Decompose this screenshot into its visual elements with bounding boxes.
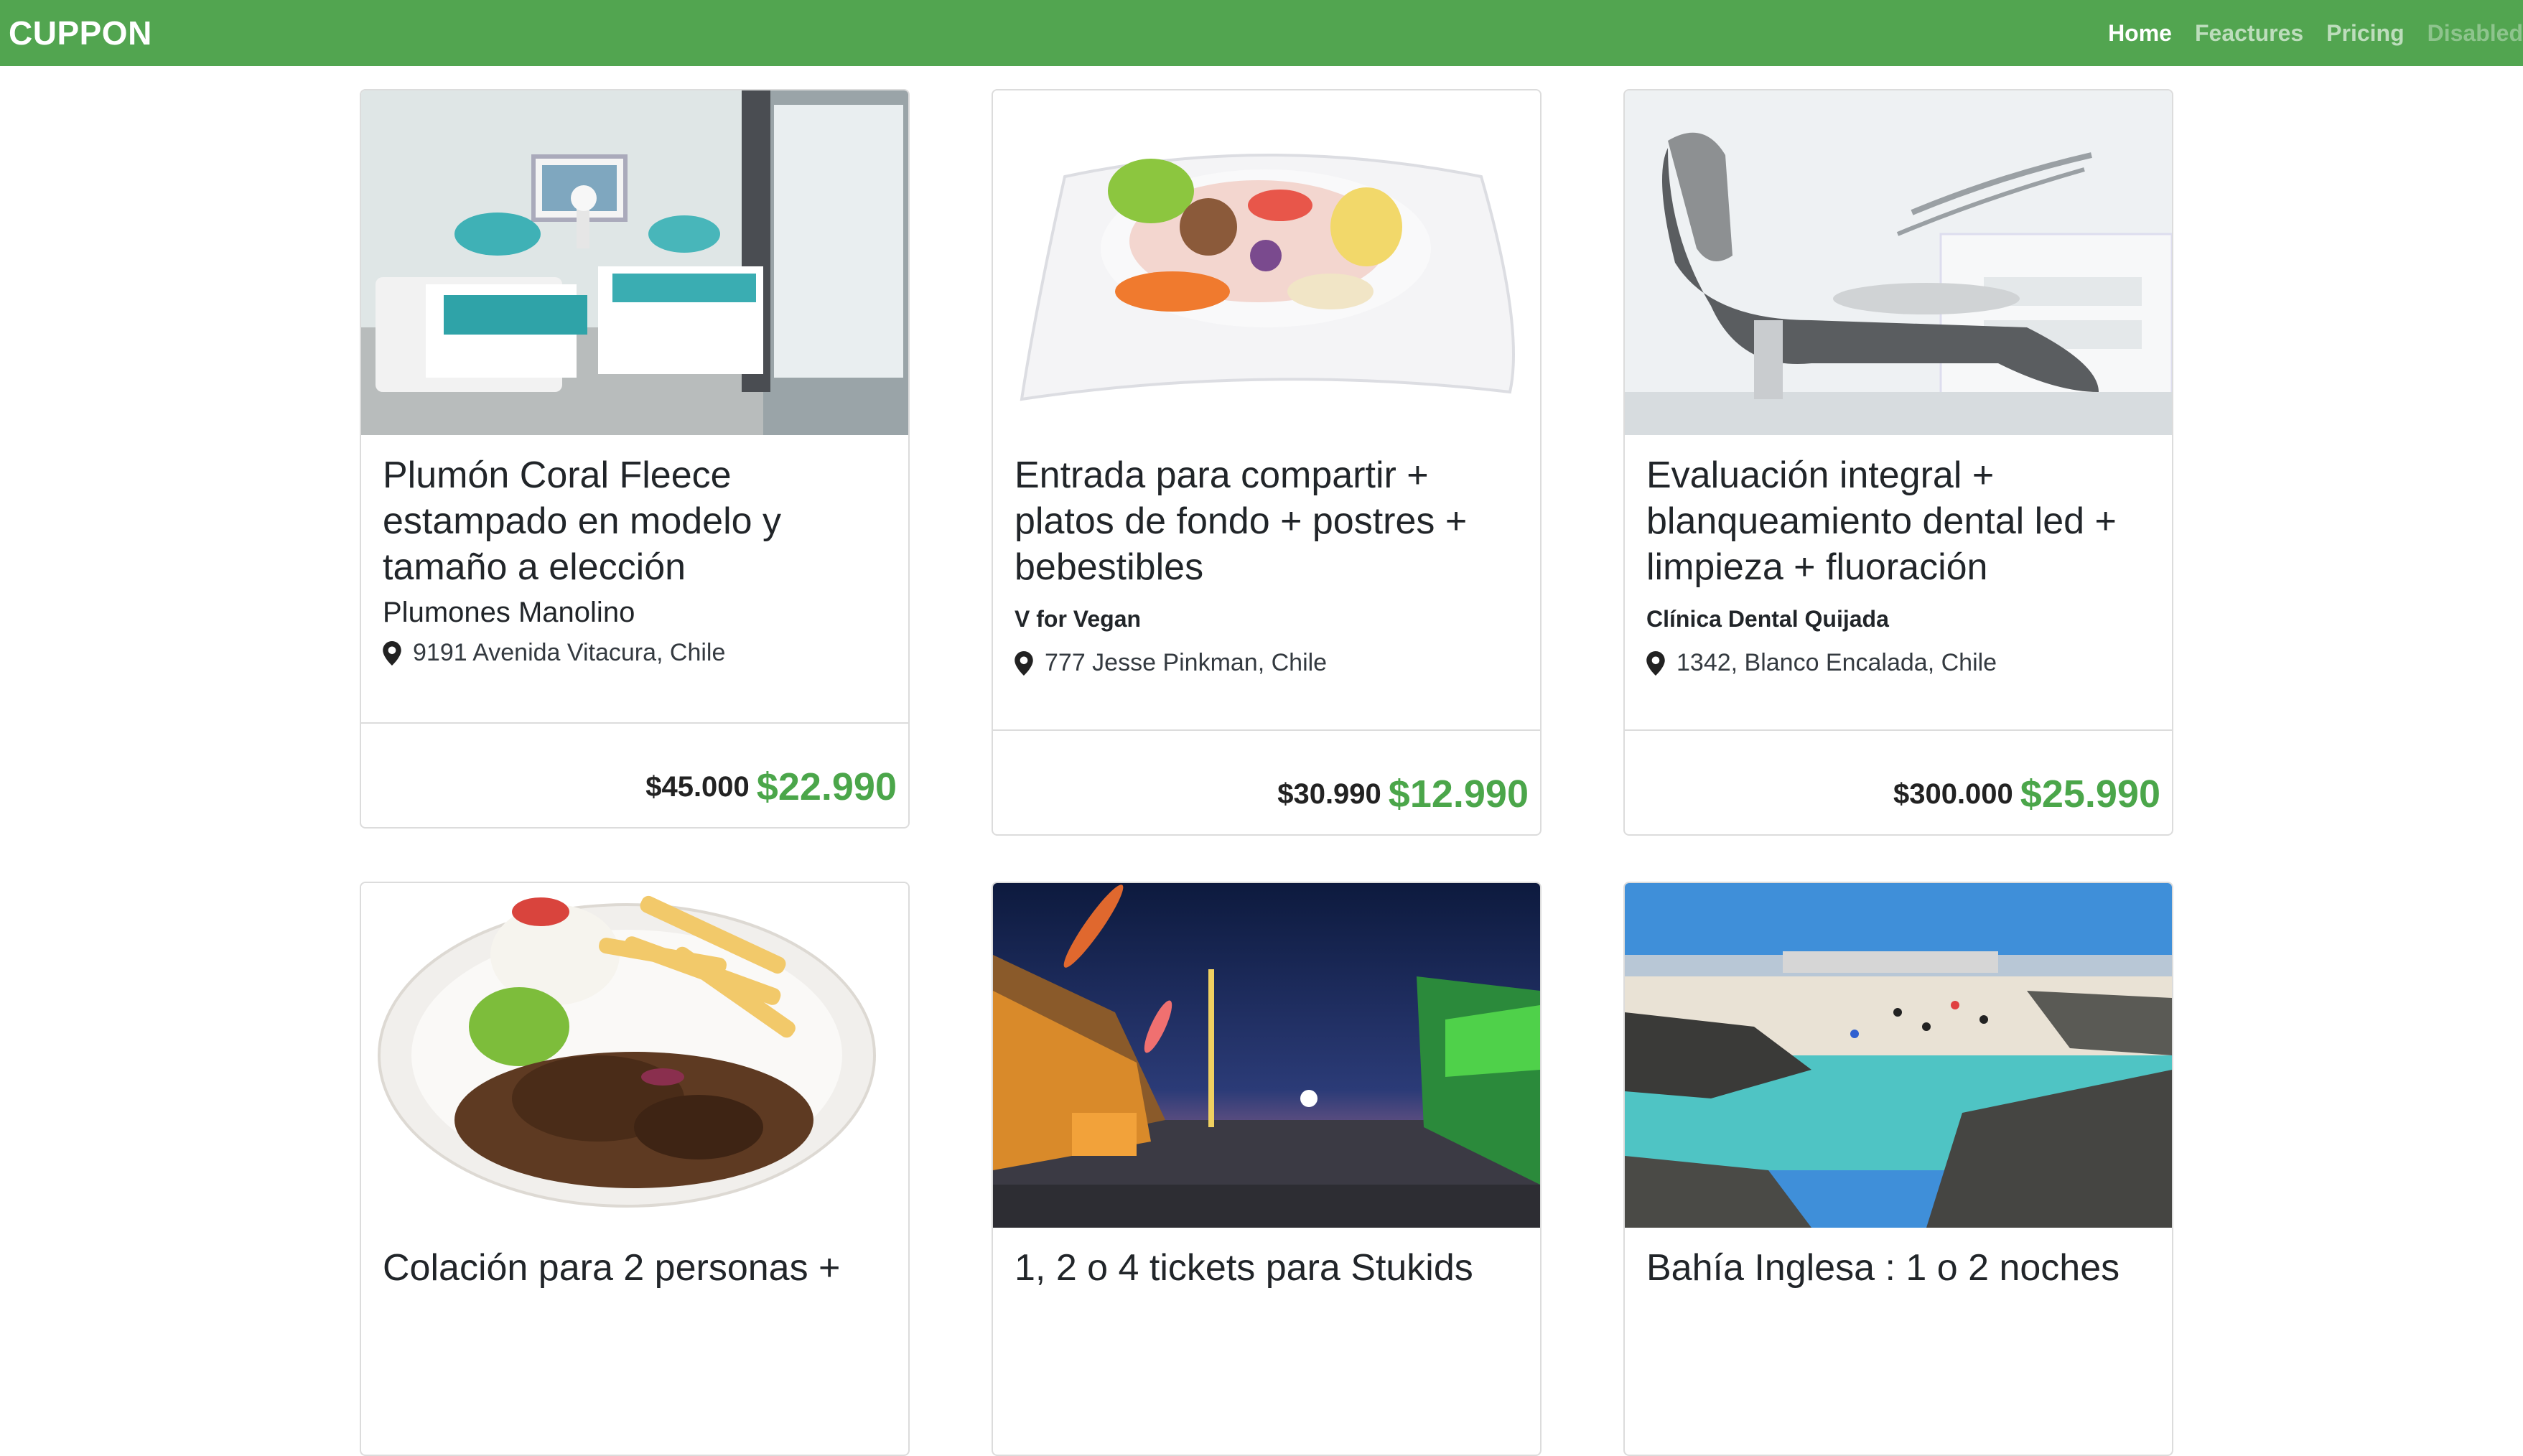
deal-price-footer: $45.000 $22.990 bbox=[361, 722, 908, 827]
deal-card[interactable]: Entrada para compartir + platos de fondo… bbox=[992, 89, 1542, 836]
deal-location: 1342, Blanco Encalada, Chile bbox=[1646, 649, 2149, 677]
brand-logo[interactable]: CUPPON bbox=[9, 0, 152, 66]
deal-location: 9191 Avenida Vitacura, Chile bbox=[383, 639, 885, 667]
old-price: $45.000 bbox=[645, 770, 750, 803]
new-price: $25.990 bbox=[2020, 773, 2160, 816]
nav-home-link[interactable]: Home bbox=[2108, 20, 2172, 47]
deal-card-body: 1, 2 o 4 tickets para Stukids bbox=[1015, 1245, 1517, 1291]
merchant-name: V for Vegan bbox=[1015, 606, 1142, 632]
deal-card[interactable]: Colación para 2 personas + bbox=[360, 882, 910, 1456]
nav-disabled-link: Disabled bbox=[2427, 19, 2523, 46]
location-text: 777 Jesse Pinkman, Chile bbox=[1045, 649, 1328, 676]
deal-location: 777 Jesse Pinkman, Chile bbox=[1015, 649, 1517, 677]
deal-title[interactable]: 1, 2 o 4 tickets para Stukids bbox=[1015, 1245, 1517, 1291]
deal-card[interactable]: 1, 2 o 4 tickets para Stukids bbox=[992, 882, 1542, 1456]
deal-card[interactable]: Bahía Inglesa : 1 o 2 noches bbox=[1623, 882, 2173, 1456]
deal-price-footer: $300.000 $25.990 bbox=[1625, 729, 2172, 834]
old-price: $300.000 bbox=[1893, 778, 2013, 810]
deal-card-body: Evaluación integral + blanqueamiento den… bbox=[1646, 452, 2149, 677]
location-text: 1342, Blanco Encalada, Chile bbox=[1676, 649, 1997, 676]
deal-price-footer: $30.990 $12.990 bbox=[993, 729, 1540, 834]
deal-title[interactable]: Plumón Coral Fleece estampado en modelo … bbox=[383, 452, 885, 590]
nav-links: Home Feactures Pricing Disabled bbox=[2085, 0, 2523, 66]
map-pin-icon bbox=[1646, 650, 1665, 676]
merchant-name: Clínica Dental Quijada bbox=[1646, 606, 1889, 632]
deal-card-body: Plumón Coral Fleece estampado en modelo … bbox=[383, 452, 885, 667]
nav-features-link[interactable]: Feactures bbox=[2195, 20, 2303, 47]
deal-card-body: Colación para 2 personas + bbox=[383, 1245, 885, 1291]
top-navbar: CUPPON Home Feactures Pricing Disabled bbox=[0, 0, 2523, 66]
location-text: 9191 Avenida Vitacura, Chile bbox=[413, 639, 726, 666]
merchant-name: Plumones Manolino bbox=[383, 597, 635, 628]
nav-pricing-link[interactable]: Pricing bbox=[2326, 20, 2404, 47]
old-price: $30.990 bbox=[1277, 778, 1381, 810]
deal-title[interactable]: Bahía Inglesa : 1 o 2 noches bbox=[1646, 1245, 2149, 1291]
map-pin-icon bbox=[383, 640, 401, 666]
deal-card-body: Entrada para compartir + platos de fondo… bbox=[1015, 452, 1517, 677]
new-price: $12.990 bbox=[1388, 773, 1529, 816]
deal-card-body: Bahía Inglesa : 1 o 2 noches bbox=[1646, 1245, 2149, 1291]
ceviche-plate-photo[interactable] bbox=[993, 90, 1540, 435]
hotel-bedroom-photo[interactable] bbox=[361, 90, 908, 435]
beach-bay-photo[interactable] bbox=[1625, 883, 2172, 1228]
deal-card[interactable]: Evaluación integral + blanqueamiento den… bbox=[1623, 89, 2173, 836]
new-price: $22.990 bbox=[756, 765, 897, 808]
lomo-saltado-plate-photo[interactable] bbox=[361, 883, 908, 1228]
amusement-park-night-photo[interactable] bbox=[993, 883, 1540, 1228]
deal-title[interactable]: Colación para 2 personas + bbox=[383, 1245, 885, 1291]
deal-card[interactable]: Plumón Coral Fleece estampado en modelo … bbox=[360, 89, 910, 829]
deal-title[interactable]: Evaluación integral + blanqueamiento den… bbox=[1646, 452, 2149, 590]
map-pin-icon bbox=[1015, 650, 1033, 676]
deal-title[interactable]: Entrada para compartir + platos de fondo… bbox=[1015, 452, 1517, 590]
dental-chair-photo[interactable] bbox=[1625, 90, 2172, 435]
